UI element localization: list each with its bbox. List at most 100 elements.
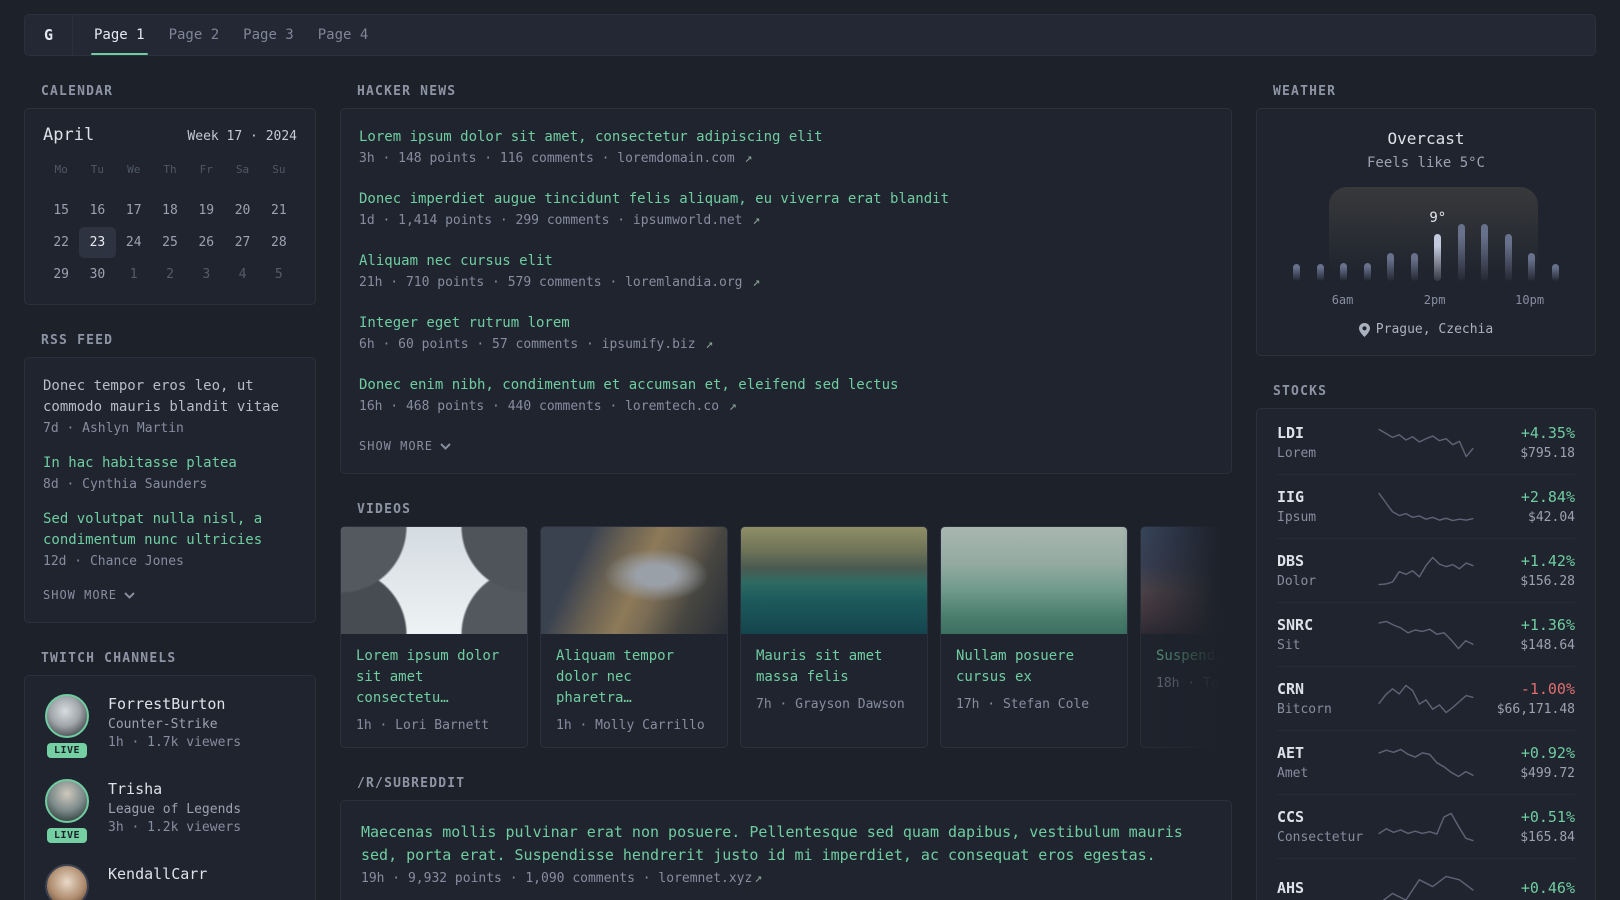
middle-column: HACKER NEWS Lorem ipsum dolor sit amet, … xyxy=(340,84,1232,900)
rss-list: Donec tempor eros leo, ut commodo mauris… xyxy=(43,376,297,569)
stock-row[interactable]: SNRC Sit +1.36% $148.64 xyxy=(1277,603,1575,667)
rss-item-title[interactable]: Donec tempor eros leo, ut commodo mauris… xyxy=(43,376,297,418)
stock-sparkline xyxy=(1369,809,1483,845)
channel-name[interactable]: KendallCarr xyxy=(108,865,207,883)
rss-show-more-button[interactable]: SHOW MORE xyxy=(43,586,135,604)
stock-name: Lorem xyxy=(1277,446,1317,461)
twitch-channel[interactable]: LIVE Trisha League of Legends 3h · 1.2k … xyxy=(43,779,297,843)
channel-game: Counter-Strike xyxy=(108,717,218,732)
stock-symbol: CCS xyxy=(1277,808,1305,826)
time-label: 10pm xyxy=(1515,293,1545,307)
stock-row[interactable]: IIG Ipsum +2.84% $42.04 xyxy=(1277,475,1575,539)
video-thumbnail[interactable] xyxy=(941,527,1127,634)
video-title[interactable]: Aliquam tempor dolor nec pharetra… xyxy=(541,634,727,709)
main-content: CALENDAR April Week 17 · 2024 Mo Tu We Th Fr… xyxy=(0,56,1620,900)
stock-symbol: LDI xyxy=(1277,424,1305,442)
live-badge: LIVE xyxy=(46,828,88,843)
stock-row[interactable]: AHS +0.46% xyxy=(1277,859,1575,900)
video-thumbnail[interactable] xyxy=(741,527,927,634)
calendar-day: 20 xyxy=(234,203,251,218)
video-title[interactable]: Lorem ipsum dolor sit amet consectetu… xyxy=(341,634,527,709)
calendar-weekday: Su xyxy=(272,163,286,176)
page-tab[interactable]: Page 2 xyxy=(169,15,220,55)
hn-item: Donec enim nibh, condimentum et accumsan… xyxy=(359,375,1213,414)
stock-right: +1.42% $156.28 xyxy=(1483,552,1575,589)
weather-location-row: Prague, Czechia xyxy=(1279,322,1573,337)
temperature-bar xyxy=(1551,264,1559,281)
video-card[interactable]: Aliquam tempor dolor nec pharetra… 1h · … xyxy=(540,526,728,748)
avatar xyxy=(45,864,89,900)
calendar-day: 5 xyxy=(274,267,283,282)
calendar-day: 17 xyxy=(125,203,142,218)
calendar-day: 1 xyxy=(129,267,138,282)
stock-price: $42.04 xyxy=(1528,510,1575,525)
hn-item-title[interactable]: Integer eget rutrum lorem xyxy=(359,313,1213,334)
video-card[interactable]: Lorem ipsum dolor sit amet consectetu… 1… xyxy=(340,526,528,748)
calendar-weekday: Mo xyxy=(54,163,68,176)
temperature-bar xyxy=(1293,264,1301,281)
stock-price: $795.18 xyxy=(1520,446,1575,461)
weather-bar-cell xyxy=(1403,219,1427,281)
weather-bar-cell xyxy=(1285,219,1309,281)
stock-left: IIG Ipsum xyxy=(1277,488,1369,525)
video-thumbnail[interactable] xyxy=(1141,527,1232,634)
channel-name[interactable]: Trisha xyxy=(108,780,162,798)
calendar-day: 19 xyxy=(198,203,215,218)
stock-change: +0.92% xyxy=(1520,744,1575,762)
hn-item-title[interactable]: Aliquam nec cursus elit xyxy=(359,251,1213,272)
twitch-channel[interactable]: KendallCarr xyxy=(43,864,297,900)
calendar-day: 23 xyxy=(79,227,116,258)
weather-bars: 9° xyxy=(1285,210,1567,281)
temperature-bar xyxy=(1410,253,1418,281)
channel-name[interactable]: ForrestBurton xyxy=(108,695,225,713)
weather-bar-cell xyxy=(1497,219,1521,281)
stock-symbol: AET xyxy=(1277,744,1305,762)
reddit-post-title[interactable]: Maecenas mollis pulvinar erat non posuer… xyxy=(361,821,1211,868)
stock-row[interactable]: AET Amet +0.92% $499.72 xyxy=(1277,731,1575,795)
calendar-day: 25 xyxy=(162,235,178,250)
hn-item-title[interactable]: Donec imperdiet augue tincidunt felis al… xyxy=(359,189,1213,210)
rss-item-meta: 7d · Ashlyn Martin xyxy=(43,421,184,436)
time-label xyxy=(1400,293,1423,307)
videos-track: Lorem ipsum dolor sit amet consectetu… 1… xyxy=(340,526,1232,748)
stock-row[interactable]: CCS Consectetur +0.51% $165.84 xyxy=(1277,795,1575,859)
time-label xyxy=(1492,293,1515,307)
twitch-section: TWITCH CHANNELS LIVE ForrestBurton Count… xyxy=(24,651,316,900)
page-tab[interactable]: Page 1 xyxy=(91,15,148,55)
stock-price: $165.84 xyxy=(1520,830,1575,845)
video-thumbnail[interactable] xyxy=(341,527,527,634)
stock-sparkline xyxy=(1369,617,1483,653)
videos-carousel[interactable]: Lorem ipsum dolor sit amet consectetu… 1… xyxy=(340,526,1232,748)
page-tab[interactable]: Page 3 xyxy=(243,15,294,55)
rss-item-title[interactable]: In hac habitasse platea xyxy=(43,453,297,474)
video-thumbnail[interactable] xyxy=(541,527,727,634)
hn-item-meta: 16h · 468 points · 440 comments · loremt… xyxy=(359,399,1213,414)
hn-item-meta-text: 3h · 148 points · 116 comments · loremdo… xyxy=(359,151,743,166)
calendar-day-grid: 15 16 17 18 19 20 21 22 23 24 25 26 27 28 29 30 1 2 3 4 5 xyxy=(43,195,297,290)
video-card[interactable]: Suspendisse diam 18h · Tara xyxy=(1140,526,1232,748)
calendar-weekday-row: Mo Tu We Th Fr Sa Su xyxy=(43,159,297,181)
video-title[interactable]: Suspendisse diam xyxy=(1141,634,1232,667)
stock-right: +4.35% $795.18 xyxy=(1483,424,1575,461)
calendar-day: 2 xyxy=(166,267,174,282)
stock-row[interactable]: DBS Dolor +1.42% $156.28 xyxy=(1277,539,1575,603)
video-title[interactable]: Nullam posuere cursus ex xyxy=(941,634,1127,688)
hn-item-title[interactable]: Lorem ipsum dolor sit amet, consectetur … xyxy=(359,127,1213,148)
rss-section-label: RSS FEED xyxy=(41,333,114,348)
video-card[interactable]: Mauris sit amet massa felis 7h · Grayson… xyxy=(740,526,928,748)
hn-show-more-button[interactable]: SHOW MORE xyxy=(359,437,451,455)
video-title[interactable]: Mauris sit amet massa felis xyxy=(741,634,927,688)
calendar-day: 27 xyxy=(234,235,251,250)
rss-item: Donec tempor eros leo, ut commodo mauris… xyxy=(43,376,297,436)
rss-item-title[interactable]: Sed volutpat nulla nisl, a condimentum n… xyxy=(43,509,297,551)
hn-item-meta-text: 6h · 60 points · 57 comments · ipsumify.… xyxy=(359,337,704,352)
video-card[interactable]: Nullam posuere cursus ex 17h · Stefan Co… xyxy=(940,526,1128,748)
stock-row[interactable]: LDI Lorem +4.35% $795.18 xyxy=(1277,411,1575,475)
stock-row[interactable]: CRN Bitcorn -1.00% $66,171.48 xyxy=(1277,667,1575,731)
live-badge: LIVE xyxy=(46,743,88,758)
twitch-channel[interactable]: LIVE ForrestBurton Counter-Strike 1h · 1… xyxy=(43,694,297,758)
hn-item-title[interactable]: Donec enim nibh, condimentum et accumsan… xyxy=(359,375,1213,396)
weather-bar-cell xyxy=(1520,219,1544,281)
hn-item-meta: 6h · 60 points · 57 comments · ipsumify.… xyxy=(359,337,1213,352)
page-tab[interactable]: Page 4 xyxy=(318,15,369,55)
